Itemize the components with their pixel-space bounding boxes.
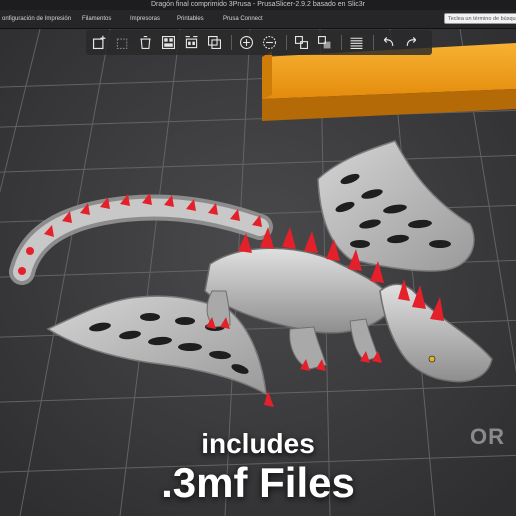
redo-icon[interactable]: [402, 33, 421, 52]
tab-printables[interactable]: Printables: [177, 10, 204, 28]
arrange-icon[interactable]: [159, 33, 178, 52]
add-instance-icon[interactable]: [237, 33, 256, 52]
delete-all-icon[interactable]: [136, 33, 155, 52]
toolbar-separator: [231, 35, 232, 50]
remove-instance-icon[interactable]: [260, 33, 279, 52]
tab-bar: onfiguración de Impresión Filamentos Imp…: [0, 10, 516, 29]
toolbar-separator: [286, 35, 287, 50]
toolbar-separator: [341, 35, 342, 50]
tab-prusa-connect[interactable]: Prusa Connect: [223, 10, 263, 28]
layers-icon[interactable]: [347, 33, 366, 52]
window-title: Dragón final comprimido 3Prusa - PrusaSl…: [0, 0, 516, 10]
copy-icon[interactable]: [205, 33, 224, 52]
editor-toolbar: [86, 30, 432, 55]
arrange-selection-icon[interactable]: [182, 33, 201, 52]
promo-line-1: includes: [201, 428, 315, 459]
dragon-eye: [428, 355, 436, 363]
add-object-icon[interactable]: [90, 33, 109, 52]
toolbar-separator: [373, 35, 374, 50]
tab-filaments[interactable]: Filamentos: [82, 10, 111, 28]
split-objects-icon[interactable]: [292, 33, 311, 52]
tab-printers[interactable]: Impresoras: [130, 10, 160, 28]
search-input[interactable]: Teclea un término de búsqueda: [444, 13, 516, 24]
delete-icon[interactable]: [113, 33, 132, 52]
undo-icon[interactable]: [379, 33, 398, 52]
promo-line-2: .3mf Files: [161, 459, 355, 506]
split-parts-icon[interactable]: [315, 33, 334, 52]
tab-print-settings[interactable]: onfiguración de Impresión: [2, 10, 71, 28]
